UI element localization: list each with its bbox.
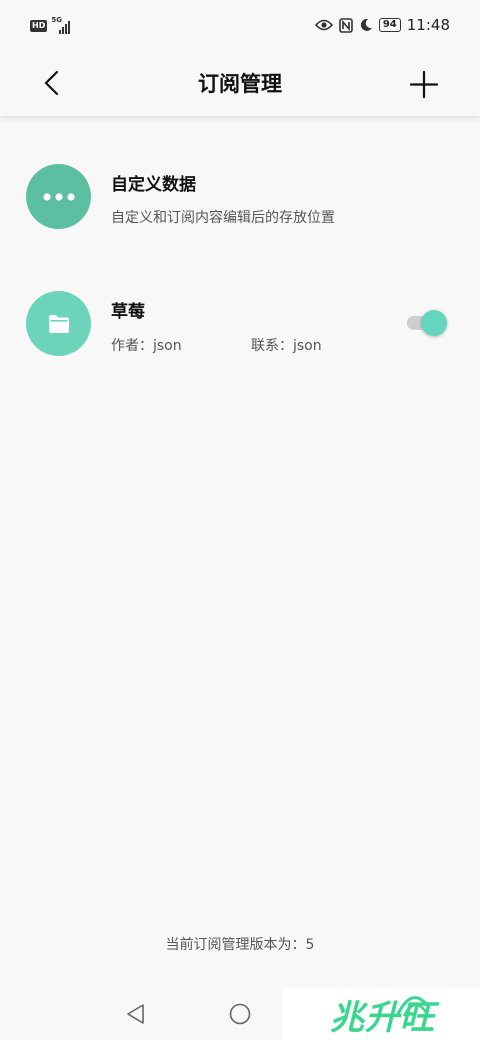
- list-item-custom-data[interactable]: 自定义数据 自定义和订阅内容编辑后的存放位置: [0, 150, 480, 245]
- app-bar: 订阅管理: [0, 54, 480, 116]
- add-subscription-button[interactable]: [404, 64, 444, 104]
- subscription-avatar: [26, 291, 91, 356]
- custom-data-avatar: [26, 164, 91, 229]
- more-dots-icon: [42, 192, 75, 201]
- toggle-thumb: [421, 310, 447, 336]
- version-text: 当前订阅管理版本为：5: [165, 937, 315, 953]
- nav-back-button[interactable]: [124, 1002, 148, 1030]
- nav-home-icon: [229, 1003, 251, 1025]
- folder-icon: [48, 314, 69, 333]
- battery-icon: 94: [378, 18, 401, 32]
- status-bar: HD 5G 94 11:48: [0, 0, 480, 54]
- nfc-icon: [339, 17, 353, 33]
- nav-home-button[interactable]: [228, 1002, 252, 1030]
- hd-icon: HD: [30, 20, 48, 32]
- moon-icon: [360, 18, 372, 31]
- subscription-toggle[interactable]: [405, 308, 451, 338]
- subscription-title: 草莓: [111, 302, 145, 322]
- watermark-arc-icon: [396, 996, 430, 1017]
- subscription-author: 作者：json: [111, 338, 182, 354]
- nav-back-icon: [127, 1004, 144, 1024]
- status-left: HD 5G: [30, 16, 77, 34]
- eye-icon: [314, 19, 333, 31]
- subscription-contact: 联系：json: [251, 338, 322, 354]
- custom-data-subtitle: 自定义和订阅内容编辑后的存放位置: [111, 210, 335, 226]
- plus-icon: [409, 70, 439, 99]
- status-time: 11:48: [406, 16, 450, 34]
- status-right: 94 11:48: [314, 16, 450, 34]
- custom-data-title: 自定义数据: [111, 175, 196, 195]
- signal-icon: 5G: [51, 16, 77, 34]
